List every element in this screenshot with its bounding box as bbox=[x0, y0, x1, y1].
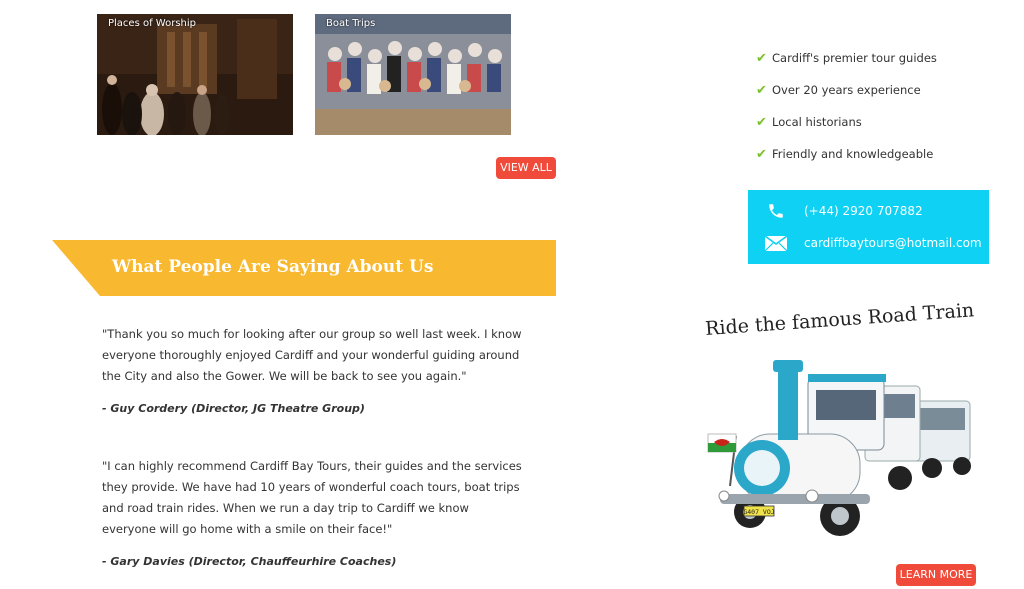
road-train-image: G407 VOJ bbox=[707, 360, 971, 536]
feature-text: Local historians bbox=[772, 115, 862, 129]
tile-label: Boat Trips bbox=[326, 18, 376, 29]
testimonial-author: - Guy Cordery (Director, JG Theatre Grou… bbox=[102, 402, 365, 415]
gallery-tile-boat-trips[interactable]: Boat Trips bbox=[315, 14, 511, 135]
license-plate: G407 VOJ bbox=[743, 508, 774, 516]
feature-item: ✔ Friendly and knowledgeable bbox=[756, 138, 937, 170]
check-icon: ✔ bbox=[756, 114, 767, 130]
check-icon: ✔ bbox=[756, 82, 767, 98]
road-train-title: Ride the famous Road Train bbox=[704, 299, 975, 340]
envelope-icon bbox=[748, 235, 804, 251]
learn-more-button[interactable]: LEARN MORE bbox=[896, 564, 976, 586]
feature-text: Cardiff's premier tour guides bbox=[772, 51, 937, 65]
feature-item: ✔ Cardiff's premier tour guides bbox=[756, 42, 937, 74]
boat-trips-image bbox=[315, 14, 511, 135]
feature-item: ✔ Over 20 years experience bbox=[756, 74, 937, 106]
gallery-tile-places-of-worship[interactable]: Places of Worship bbox=[97, 14, 293, 135]
testimonials-heading: What People Are Saying About Us bbox=[112, 257, 434, 277]
phone-icon bbox=[748, 202, 804, 220]
testimonial-author: - Gary Davies (Director, Chauffeurhire C… bbox=[102, 555, 397, 568]
phone-number[interactable]: (+44) 2920 707882 bbox=[804, 204, 923, 218]
places-of-worship-image bbox=[97, 14, 293, 135]
testimonial-quote: "Thank you so much for looking after our… bbox=[102, 327, 522, 383]
check-icon: ✔ bbox=[756, 146, 767, 162]
contact-email-row[interactable]: cardiffbaytours@hotmail.com bbox=[748, 227, 989, 259]
check-icon: ✔ bbox=[756, 50, 767, 66]
contact-phone-row[interactable]: (+44) 2920 707882 bbox=[748, 195, 989, 227]
view-all-button[interactable]: VIEW ALL bbox=[496, 157, 556, 179]
feature-text: Over 20 years experience bbox=[772, 83, 921, 97]
contact-box: (+44) 2920 707882 cardiffbaytours@hotmai… bbox=[748, 190, 989, 264]
tile-label: Places of Worship bbox=[108, 18, 196, 29]
testimonial-quote: "I can highly recommend Cardiff Bay Tour… bbox=[102, 459, 522, 536]
email-address[interactable]: cardiffbaytours@hotmail.com bbox=[804, 236, 982, 250]
feature-list: ✔ Cardiff's premier tour guides ✔ Over 20 … bbox=[756, 42, 937, 170]
feature-item: ✔ Local historians bbox=[756, 106, 937, 138]
feature-text: Friendly and knowledgeable bbox=[772, 147, 934, 161]
